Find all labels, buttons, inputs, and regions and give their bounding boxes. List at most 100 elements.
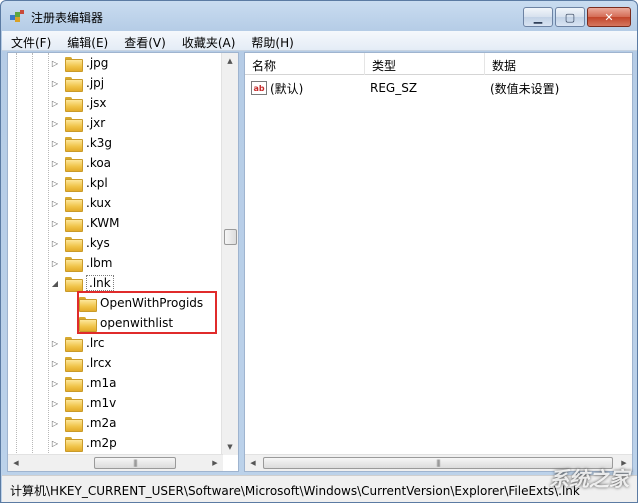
tree-key[interactable]: ▷ .lrcx: [50, 353, 112, 373]
tree-horizontal-scrollbar[interactable]: ◀ ||| ▶: [8, 454, 223, 471]
scroll-thumb[interactable]: |||: [94, 457, 176, 469]
folder-icon: [65, 276, 83, 292]
expand-arrow-icon[interactable]: ▷: [50, 159, 60, 168]
expand-arrow-icon[interactable]: ▷: [50, 199, 60, 208]
tree-key-label: .jsx: [86, 96, 107, 110]
value-row[interactable]: ab (默认) REG_SZ (数值未设置): [245, 78, 632, 98]
tree-key[interactable]: ▷ .kpl: [50, 173, 108, 193]
tree-key[interactable]: ▷ .jxr: [50, 113, 105, 133]
tree-vertical-scrollbar[interactable]: ▲ ▼: [221, 53, 238, 455]
tree-guide-line: [48, 53, 49, 453]
menu-view[interactable]: 查看(V): [115, 31, 173, 50]
column-name[interactable]: 名称: [245, 53, 365, 75]
folder-icon: [65, 76, 83, 92]
folder-icon: [65, 336, 83, 352]
watermark-logo: 系统之家: [549, 467, 629, 491]
tree-key[interactable]: ▷ .jpj: [50, 73, 104, 93]
folder-icon: [65, 436, 83, 452]
scroll-up-icon[interactable]: ▲: [222, 53, 238, 69]
key-path: 计算机\HKEY_CURRENT_USER\Software\Microsoft…: [10, 484, 580, 498]
column-header: 名称 类型 数据: [245, 53, 632, 75]
tree-key[interactable]: ◢ .lnk: [50, 273, 114, 293]
expand-arrow-icon[interactable]: ▷: [50, 99, 60, 108]
collapse-arrow-icon[interactable]: ◢: [50, 279, 60, 288]
menu-edit[interactable]: 编辑(E): [58, 31, 115, 50]
tree-key[interactable]: ▷ .jsx: [50, 93, 107, 113]
maximize-button[interactable]: ▢: [555, 7, 585, 27]
status-bar: 计算机\HKEY_CURRENT_USER\Software\Microsoft…: [2, 475, 637, 502]
tree-key-label: .lbm: [86, 256, 113, 270]
tree-key-label: .koa: [86, 156, 112, 170]
tree-key-label: .m2a: [86, 416, 117, 430]
tree-key[interactable]: ▷ .m2p: [50, 433, 117, 453]
tree-key-label: .jxr: [86, 116, 106, 130]
tree-key[interactable]: ▷ .lrc: [50, 333, 104, 353]
tree-key-label: .lrcx: [86, 356, 112, 370]
scroll-thumb[interactable]: [224, 229, 237, 245]
expand-arrow-icon[interactable]: ▷: [50, 139, 60, 148]
expand-arrow-icon[interactable]: ▷: [50, 79, 60, 88]
annotation-highlight-box: [77, 291, 217, 334]
values-list-pane[interactable]: 名称 类型 数据 ab (默认) REG_SZ (数值未设置) ◀ ||| ▶: [244, 52, 633, 472]
folder-icon: [65, 376, 83, 392]
scroll-right-icon[interactable]: ▶: [207, 455, 223, 471]
expand-arrow-icon[interactable]: ▷: [50, 439, 60, 448]
folder-icon: [65, 416, 83, 432]
folder-icon: [65, 156, 83, 172]
expand-arrow-icon[interactable]: ▷: [50, 379, 60, 388]
tree-key[interactable]: ▷ .koa: [50, 153, 111, 173]
tree-key[interactable]: ▷ .m1a: [50, 373, 117, 393]
folder-icon: [65, 196, 83, 212]
scroll-down-icon[interactable]: ▼: [222, 439, 238, 455]
maximize-icon: ▢: [564, 10, 576, 24]
scroll-left-icon[interactable]: ◀: [8, 455, 24, 471]
folder-icon: [65, 236, 83, 252]
tree-key-label: .jpj: [86, 76, 105, 90]
folder-icon: [65, 216, 83, 232]
value-data: (数值未设置): [490, 81, 560, 96]
expand-arrow-icon[interactable]: ▷: [50, 119, 60, 128]
expand-arrow-icon[interactable]: ▷: [50, 399, 60, 408]
column-type[interactable]: 类型: [365, 53, 485, 75]
scroll-left-icon[interactable]: ◀: [245, 455, 261, 471]
menu-file[interactable]: 文件(F): [2, 31, 58, 50]
value-type: REG_SZ: [370, 81, 418, 95]
tree-key[interactable]: ▷ .kux: [50, 193, 111, 213]
tree-key-label: .lrc: [86, 336, 105, 350]
tree-key[interactable]: ▷ .kys: [50, 233, 110, 253]
tree-key[interactable]: ▷ .m2a: [50, 413, 117, 433]
folder-icon: [65, 116, 83, 132]
title-bar[interactable]: 注册表编辑器 ▁ ▢ ✕: [1, 1, 637, 31]
registry-editor-window: 注册表编辑器 ▁ ▢ ✕ 文件(F) 编辑(E) 查看(V) 收藏夹(A) 帮助…: [0, 0, 638, 503]
folder-icon: [65, 176, 83, 192]
tree-key[interactable]: ▷ .KWM: [50, 213, 119, 233]
menu-bar: 文件(F) 编辑(E) 查看(V) 收藏夹(A) 帮助(H): [2, 31, 637, 51]
tree-key[interactable]: ▷ .lbm: [50, 253, 112, 273]
tree-guide-line: [32, 53, 33, 453]
window-title: 注册表编辑器: [31, 11, 104, 25]
folder-icon: [65, 136, 83, 152]
window-controls: ▁ ▢ ✕: [523, 7, 631, 27]
expand-arrow-icon[interactable]: ▷: [50, 339, 60, 348]
expand-arrow-icon[interactable]: ▷: [50, 179, 60, 188]
tree-key[interactable]: ▷ .m1v: [50, 393, 116, 413]
tree-key-label: .jpg: [86, 56, 109, 70]
minimize-button[interactable]: ▁: [523, 7, 553, 27]
close-icon: ✕: [604, 10, 614, 24]
tree-key[interactable]: ▷ .k3g: [50, 133, 112, 153]
expand-arrow-icon[interactable]: ▷: [50, 419, 60, 428]
tree-key-label: .kpl: [86, 176, 108, 190]
menu-help[interactable]: 帮助(H): [242, 31, 300, 50]
column-data[interactable]: 数据: [485, 53, 632, 75]
expand-arrow-icon[interactable]: ▷: [50, 359, 60, 368]
expand-arrow-icon[interactable]: ▷: [50, 59, 60, 68]
close-button[interactable]: ✕: [587, 7, 631, 27]
expand-arrow-icon[interactable]: ▷: [50, 259, 60, 268]
tree-key[interactable]: ▷ .jpg: [50, 53, 108, 73]
tree-key-label: .KWM: [86, 216, 120, 230]
expand-arrow-icon[interactable]: ▷: [50, 239, 60, 248]
menu-favorites[interactable]: 收藏夹(A): [173, 31, 243, 50]
key-tree-pane[interactable]: ▷ .jpg ▷ .jpj ▷ .jsx ▷ .jxr ▷ .k3g ▷ .koa ▷ .kpl ▷ .kux…: [7, 52, 239, 472]
tree-key-label: .kys: [86, 236, 110, 250]
expand-arrow-icon[interactable]: ▷: [50, 219, 60, 228]
